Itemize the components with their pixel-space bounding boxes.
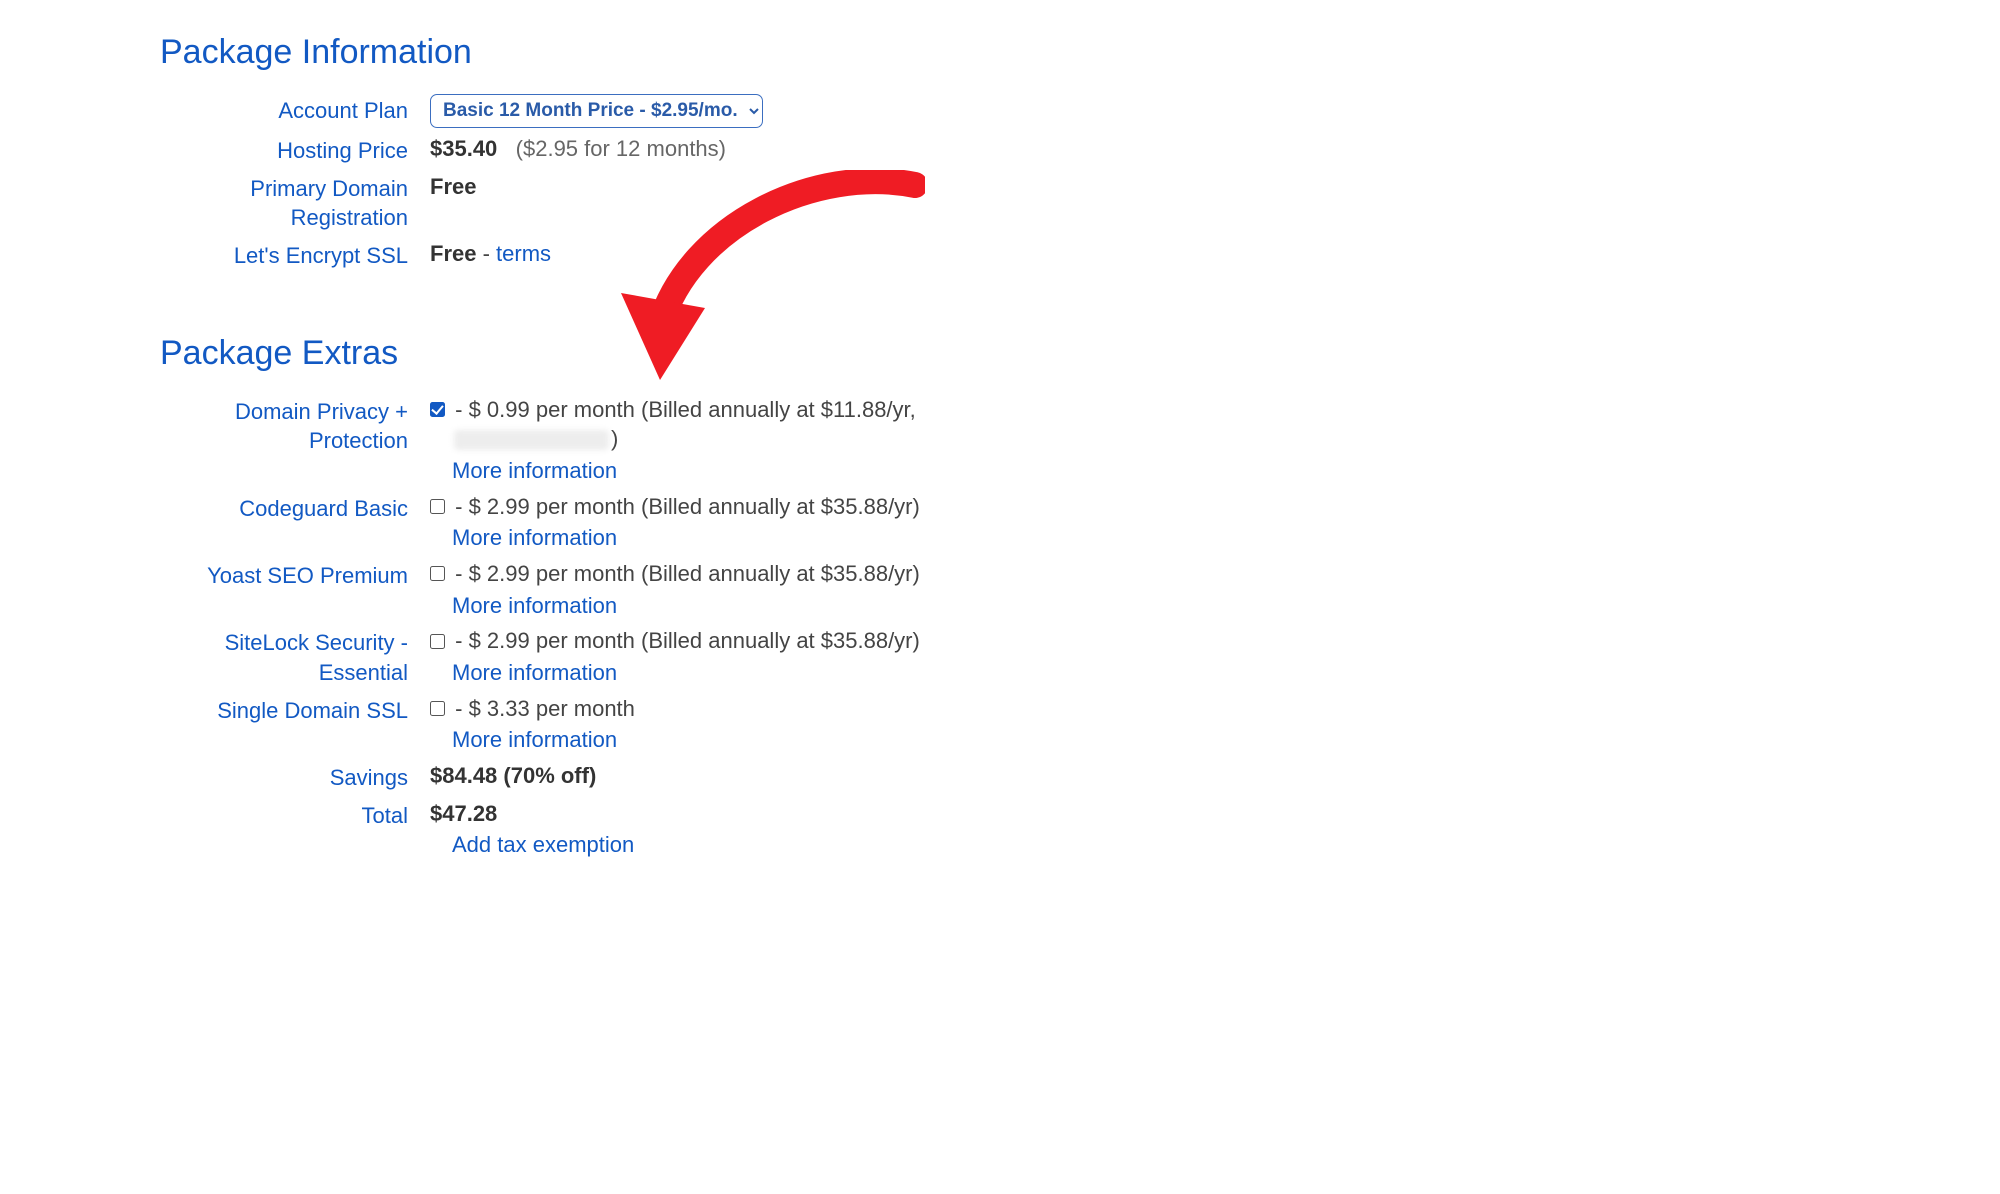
label-extra-single-ssl: Single Domain SSL bbox=[160, 694, 430, 726]
more-info-sitelock[interactable]: More information bbox=[452, 658, 1000, 688]
value-extra-domain-privacy: - $ 0.99 per month (Billed annually at $… bbox=[430, 395, 1000, 486]
value-extra-codeguard: - $ 2.99 per month (Billed annually at $… bbox=[430, 492, 1000, 553]
checkbox-single-ssl[interactable] bbox=[430, 701, 445, 716]
ssl-terms-link[interactable]: terms bbox=[496, 241, 551, 266]
domain-privacy-close-paren: ) bbox=[611, 426, 618, 451]
checkbox-codeguard[interactable] bbox=[430, 499, 445, 514]
label-primary-domain: Primary Domain Registration bbox=[160, 172, 430, 233]
checkbox-sitelock[interactable] bbox=[430, 634, 445, 649]
ssl-dash: - bbox=[476, 241, 496, 266]
row-extra-codeguard: Codeguard Basic - $ 2.99 per month (Bill… bbox=[160, 492, 1000, 553]
row-extra-single-ssl: Single Domain SSL - $ 3.33 per month Mor… bbox=[160, 694, 1000, 755]
label-extra-codeguard: Codeguard Basic bbox=[160, 492, 430, 524]
label-extra-domain-privacy: Domain Privacy + Protection bbox=[160, 395, 430, 456]
more-info-domain-privacy[interactable]: More information bbox=[452, 456, 1000, 486]
row-lets-encrypt-ssl: Let's Encrypt SSL Free - terms bbox=[160, 239, 1000, 271]
checkbox-domain-privacy[interactable] bbox=[430, 402, 445, 417]
account-plan-select[interactable]: Basic 12 Month Price - $2.95/mo. bbox=[430, 94, 763, 128]
row-primary-domain: Primary Domain Registration Free bbox=[160, 172, 1000, 233]
price-sitelock: - $ 2.99 per month (Billed annually at $… bbox=[455, 628, 920, 653]
row-account-plan: Account Plan Basic 12 Month Price - $2.9… bbox=[160, 94, 1000, 128]
value-primary-domain: Free bbox=[430, 172, 1000, 202]
value-extra-yoast: - $ 2.99 per month (Billed annually at $… bbox=[430, 559, 1000, 620]
row-total: Total $47.28 Add tax exemption bbox=[160, 799, 1000, 860]
add-tax-exemption-link[interactable]: Add tax exemption bbox=[452, 830, 1000, 860]
domain-privacy-line2: ) bbox=[452, 426, 618, 451]
label-total: Total bbox=[160, 799, 430, 831]
row-savings: Savings $84.48 (70% off) bbox=[160, 761, 1000, 793]
price-single-ssl: - $ 3.33 per month bbox=[455, 696, 635, 721]
label-extra-sitelock: SiteLock Security - Essential bbox=[160, 626, 430, 687]
content-container: Package Information Account Plan Basic 1… bbox=[0, 0, 1000, 860]
package-extras-title: Package Extras bbox=[160, 331, 1000, 377]
row-extra-sitelock: SiteLock Security - Essential - $ 2.99 p… bbox=[160, 626, 1000, 687]
package-information-title: Package Information bbox=[160, 30, 1000, 76]
label-account-plan: Account Plan bbox=[160, 94, 430, 126]
hosting-price-amount: $35.40 bbox=[430, 136, 497, 161]
label-savings: Savings bbox=[160, 761, 430, 793]
row-extra-domain-privacy: Domain Privacy + Protection - $ 0.99 per… bbox=[160, 395, 1000, 486]
price-yoast: - $ 2.99 per month (Billed annually at $… bbox=[455, 561, 920, 586]
value-lets-encrypt-ssl: Free - terms bbox=[430, 239, 1000, 269]
savings-amount: $84.48 (70% off) bbox=[430, 763, 596, 788]
more-info-codeguard[interactable]: More information bbox=[452, 523, 1000, 553]
value-savings: $84.48 (70% off) bbox=[430, 761, 1000, 791]
total-amount: $47.28 bbox=[430, 801, 497, 826]
value-extra-single-ssl: - $ 3.33 per month More information bbox=[430, 694, 1000, 755]
value-extra-sitelock: - $ 2.99 per month (Billed annually at $… bbox=[430, 626, 1000, 687]
label-hosting-price: Hosting Price bbox=[160, 134, 430, 166]
row-hosting-price: Hosting Price $35.40 ($2.95 for 12 month… bbox=[160, 134, 1000, 166]
ssl-free: Free bbox=[430, 241, 476, 266]
value-account-plan: Basic 12 Month Price - $2.95/mo. bbox=[430, 94, 1000, 128]
label-lets-encrypt-ssl: Let's Encrypt SSL bbox=[160, 239, 430, 271]
more-info-yoast[interactable]: More information bbox=[452, 591, 1000, 621]
more-info-single-ssl[interactable]: More information bbox=[452, 725, 1000, 755]
primary-domain-free: Free bbox=[430, 174, 476, 199]
value-hosting-price: $35.40 ($2.95 for 12 months) bbox=[430, 134, 1000, 164]
value-total: $47.28 Add tax exemption bbox=[430, 799, 1000, 860]
hosting-price-detail: ($2.95 for 12 months) bbox=[516, 136, 726, 161]
price-codeguard: - $ 2.99 per month (Billed annually at $… bbox=[455, 494, 920, 519]
price-domain-privacy: - $ 0.99 per month (Billed annually at $… bbox=[455, 397, 916, 422]
blurred-text bbox=[454, 430, 609, 450]
label-extra-yoast: Yoast SEO Premium bbox=[160, 559, 430, 591]
checkbox-yoast[interactable] bbox=[430, 566, 445, 581]
row-extra-yoast: Yoast SEO Premium - $ 2.99 per month (Bi… bbox=[160, 559, 1000, 620]
